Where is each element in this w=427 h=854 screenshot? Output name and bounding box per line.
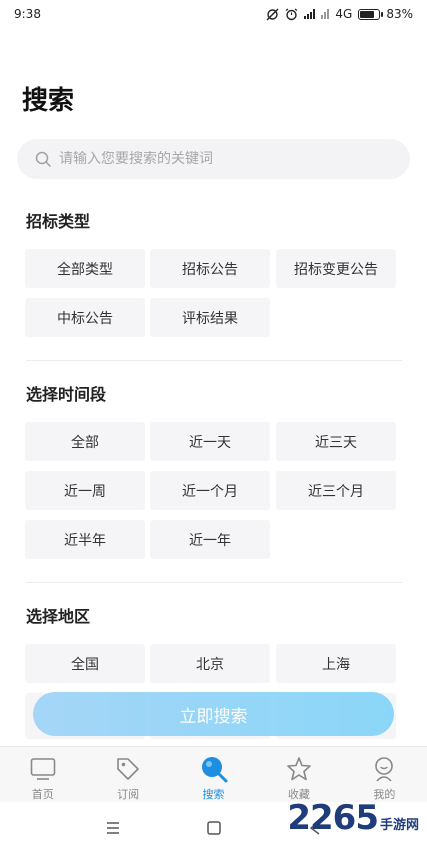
battery-percent: 83% — [386, 7, 413, 21]
tab-home[interactable]: 首页 — [0, 747, 85, 802]
chip-time-all[interactable]: 全部 — [25, 422, 145, 461]
user-icon — [370, 755, 398, 783]
watermark-logo: 2265 手游网 — [287, 798, 419, 838]
chip-bid-type-award[interactable]: 中标公告 — [25, 298, 145, 337]
network-type: 4G — [335, 7, 353, 21]
tag-icon — [114, 755, 142, 783]
page-title: 搜索 — [22, 86, 75, 116]
tab-label: 搜索 — [202, 788, 225, 801]
section-title-bid-type: 招标类型 — [26, 212, 91, 231]
chip-region-shanghai[interactable]: 上海 — [276, 644, 396, 683]
data-signal-icon — [321, 9, 330, 19]
tab-subscribe[interactable]: 订阅 — [85, 747, 170, 802]
chip-bid-type-change[interactable]: 招标变更公告 — [276, 249, 396, 288]
chip-time-1month[interactable]: 近一个月 — [150, 471, 270, 510]
chip-region-national[interactable]: 全国 — [25, 644, 145, 683]
chip-time-1day[interactable]: 近一天 — [150, 422, 270, 461]
star-icon — [285, 755, 313, 783]
status-icons: 4G 83% — [266, 7, 413, 21]
tab-label: 订阅 — [117, 788, 140, 801]
tab-mine[interactable]: 我的 — [342, 747, 427, 802]
sync-off-icon — [266, 8, 279, 20]
section-title-time-range: 选择时间段 — [26, 385, 107, 404]
section-title-region: 选择地区 — [26, 607, 91, 626]
watermark-text: 手游网 — [379, 818, 419, 833]
home-square-icon[interactable] — [201, 815, 227, 841]
search-bar[interactable] — [17, 139, 410, 179]
tab-favorites[interactable]: 收藏 — [256, 747, 341, 802]
chip-time-half-year[interactable]: 近半年 — [25, 520, 145, 559]
divider — [26, 360, 402, 361]
chip-time-3months[interactable]: 近三个月 — [276, 471, 396, 510]
chip-bid-type-tender[interactable]: 招标公告 — [150, 249, 270, 288]
divider — [26, 582, 402, 583]
tab-label: 首页 — [31, 788, 54, 801]
status-bar: 9:38 4G 83% — [0, 0, 427, 28]
watermark-number: 2265 — [287, 798, 379, 838]
alarm-icon — [286, 8, 298, 20]
search-now-button[interactable]: 立即搜索 — [33, 692, 394, 736]
chip-region-beijing[interactable]: 北京 — [150, 644, 270, 683]
search-input[interactable] — [59, 151, 379, 167]
tv-icon — [29, 755, 57, 783]
status-time: 9:38 — [14, 7, 41, 21]
chip-bid-type-evaluation[interactable]: 评标结果 — [150, 298, 270, 337]
chip-time-3days[interactable]: 近三天 — [276, 422, 396, 461]
search-icon — [200, 755, 228, 783]
menu-icon[interactable] — [100, 815, 126, 841]
battery-icon — [358, 8, 384, 20]
signal-icon — [304, 9, 316, 19]
chip-bid-type-all[interactable]: 全部类型 — [25, 249, 145, 288]
search-icon — [35, 151, 51, 167]
tab-search[interactable]: 搜索 — [171, 747, 256, 802]
chip-time-1year[interactable]: 近一年 — [150, 520, 270, 559]
chip-time-1week[interactable]: 近一周 — [25, 471, 145, 510]
bottom-tab-bar: 首页 订阅 搜索 收藏 我的 — [0, 746, 427, 802]
